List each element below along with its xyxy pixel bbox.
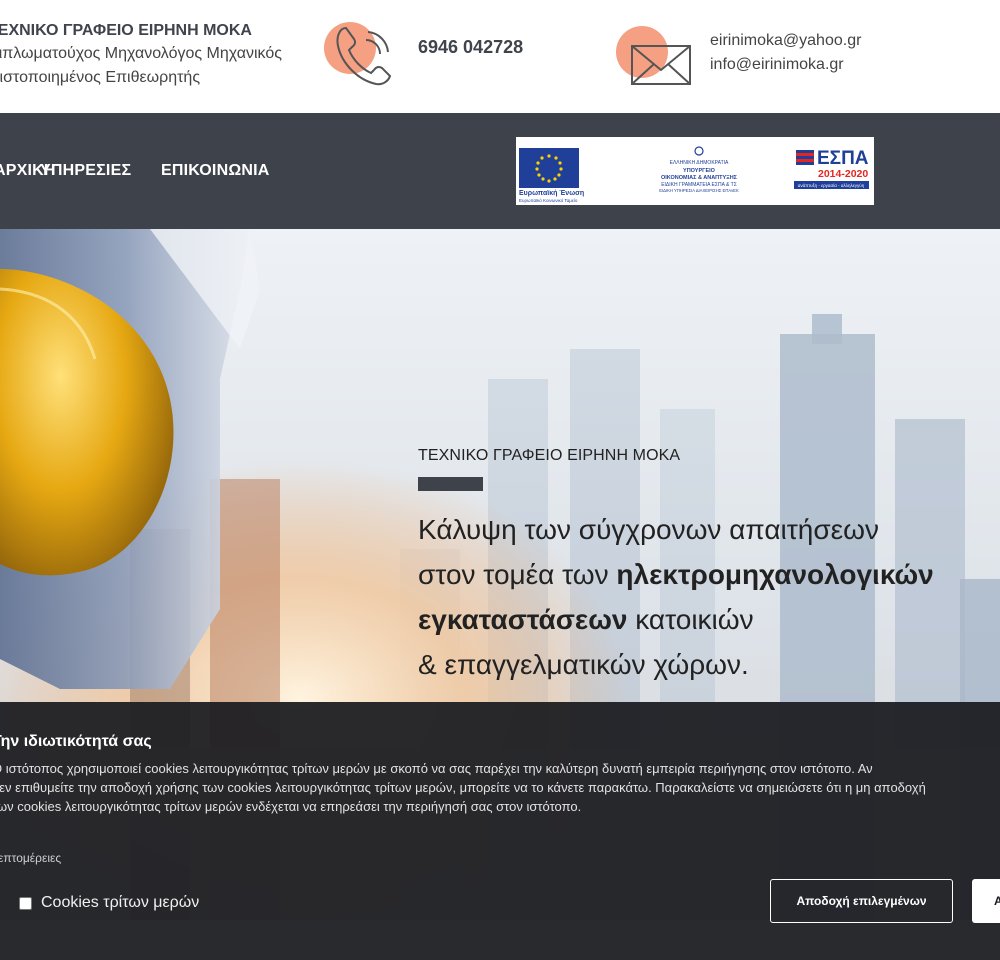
cookie-description-line: Ο ιστότοπος χρησιμοποιεί cookies λειτουρ…	[0, 761, 873, 776]
accept-all-button[interactable]: Αποδοχή όλων	[972, 879, 1000, 923]
svg-text:ΕΛΛΗΝΙΚΗ ΔΗΜΟΚΡΑΤΙΑ: ΕΛΛΗΝΙΚΗ ΔΗΜΟΚΡΑΤΙΑ	[670, 160, 729, 166]
svg-text:2014-2020: 2014-2020	[818, 168, 868, 180]
main-navigation: ΑΡΧΙΚΗ ΥΠΗΡΕΣΙΕΣ ΕΠΙΚΟΙΝΩΝΙΑ Ευρωπαϊκή Έ…	[0, 113, 1000, 229]
svg-text:Ευρωπαϊκό Κοινωνικό Ταμείο: Ευρωπαϊκό Κοινωνικό Ταμείο	[519, 197, 578, 203]
hero-headline-text: στον τομέα των	[418, 559, 617, 590]
certification-title: Πιστοποιημένος Επιθεωρητής	[0, 69, 201, 86]
svg-text:ΟΙΚΟΝΟΜΙΑΣ & ΑΝΑΠΤΥΞΗΣ: ΟΙΚΟΝΟΜΙΑΣ & ΑΝΑΠΤΥΞΗΣ	[661, 175, 738, 181]
nav-item-services[interactable]: ΥΠΗΡΕΣΙΕΣ	[40, 162, 131, 180]
hero-headline-line: εγκαταστάσεων κατοικιών	[418, 597, 993, 642]
checkbox-box[interactable]	[19, 896, 32, 910]
hero-headline-line: Κάλυψη των σύγχρονων απαιτήσεων	[418, 514, 879, 545]
top-contact-bar: ΤΕΧΝΙΚΟ ΓΡΑΦΕΙΟ ΕΙΡΗΝΗ ΜΟΚΑ Διπλωματούχο…	[0, 0, 1000, 113]
svg-text:Ευρωπαϊκή Ένωση: Ευρωπαϊκή Ένωση	[519, 190, 584, 197]
svg-text:ΥΠΟΥΡΓΕΙΟ: ΥΠΟΥΡΓΕΙΟ	[683, 168, 716, 174]
phone-number[interactable]: 6946 042728	[418, 37, 523, 58]
hero-accent-bar	[418, 477, 483, 491]
espa-funding-banner[interactable]: Ευρωπαϊκή Ένωση Ευρωπαϊκό Κοινωνικό Ταμε…	[516, 137, 874, 205]
email-link-primary[interactable]: eirinimoka@yahoo.gr	[710, 32, 861, 50]
professional-title: Διπλωματούχος Μηχανολόγος Μηχανικός	[0, 45, 282, 62]
envelope-icon	[616, 26, 692, 96]
hero-headline-emphasis: ηλεκτρομηχανολογικών	[616, 559, 934, 590]
cookie-details-link[interactable]: Λεπτομέρειες	[0, 851, 61, 865]
svg-text:ΕΙΔΙΚΗ ΥΠΗΡΕΣΙΑ ΔΙΑΧΕΙΡΙΣΗΣ ΕΠ: ΕΙΔΙΚΗ ΥΠΗΡΕΣΙΑ ΔΙΑΧΕΙΡΙΣΗΣ ΕΠΑνΕΚ	[659, 188, 739, 193]
hero-headline-text: κατοικιών	[627, 604, 754, 635]
nav-item-contact[interactable]: ΕΠΙΚΟΙΝΩΝΙΑ	[161, 162, 270, 180]
hero-kicker: ΤΕΧΝΙΚΟ ΓΡΑΦΕΙΟ ΕΙΡΗΝΗ ΜΟΚΑ	[418, 447, 681, 464]
phone-icon	[324, 22, 400, 92]
svg-text:ΕΣΠΑ: ΕΣΠΑ	[817, 148, 869, 169]
hero-headline: Κάλυψη των σύγχρονων απαιτήσεων στον τομ…	[418, 507, 993, 687]
hero-headline-line: στον τομέα των ηλεκτρομηχανολογικών	[418, 552, 993, 597]
brand-block: ΤΕΧΝΙΚΟ ΓΡΑΦΕΙΟ ΕΙΡΗΝΗ ΜΟΚΑ Διπλωματούχο…	[0, 20, 282, 90]
third-party-cookies-checkbox[interactable]: Cookies τρίτων μερών	[19, 894, 199, 912]
hero-headline-line: & επαγγελματικών χώρων.	[418, 649, 749, 680]
cookie-description: Ο ιστότοπος χρησιμοποιεί cookies λειτουρ…	[0, 759, 926, 816]
email-link-secondary[interactable]: info@eirinimoka.gr	[710, 56, 844, 74]
svg-text:ανάπτυξη - εργασία - αλληλεγγύ: ανάπτυξη - εργασία - αλληλεγγύη	[798, 182, 865, 188]
hero-text-block: ΤΕΧΝΙΚΟ ΓΡΑΦΕΙΟ ΕΙΡΗΝΗ ΜΟΚΑ Κάλυψη των σ…	[418, 447, 993, 687]
accept-selected-button[interactable]: Αποδοχή επιλεγμένων	[770, 879, 953, 923]
cookie-description-line: δεν επιθυμείτε την αποδοχή χρήσης των co…	[0, 780, 926, 795]
company-name[interactable]: ΤΕΧΝΙΚΟ ΓΡΑΦΕΙΟ ΕΙΡΗΝΗ ΜΟΚΑ	[0, 20, 252, 42]
cookie-consent-banner: Την ιδιωτικότητά σας Ο ιστότοπος χρησιμο…	[0, 702, 1000, 960]
cookie-title: Την ιδιωτικότητά σας	[0, 733, 152, 750]
cookie-description-line: των cookies λειτουργικότητας τρίτων μερώ…	[0, 799, 582, 814]
hero-headline-emphasis: εγκαταστάσεων	[418, 604, 628, 635]
checkbox-label: Cookies τρίτων μερών	[41, 894, 200, 911]
